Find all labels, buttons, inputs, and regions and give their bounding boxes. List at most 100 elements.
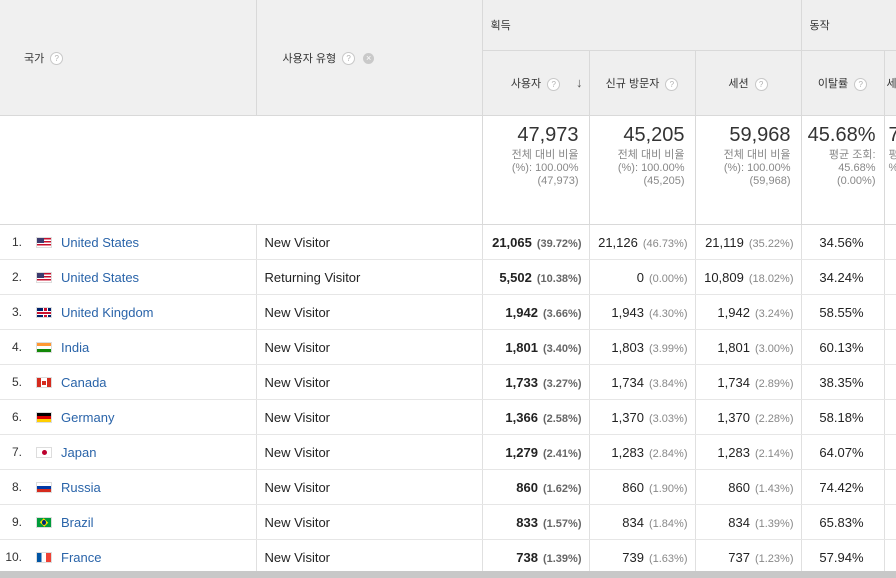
- column-header-new-users[interactable]: 신규 방문자?: [589, 50, 696, 116]
- flag-icon: [36, 307, 52, 319]
- user-type-cell: New Visitor: [256, 434, 483, 470]
- help-icon[interactable]: ?: [342, 52, 356, 66]
- help-icon[interactable]: ?: [754, 77, 768, 91]
- country-link[interactable]: Germany: [61, 410, 114, 425]
- country-link[interactable]: Japan: [61, 445, 96, 460]
- flag-icon: [36, 517, 52, 529]
- country-cell: 6. Germany: [0, 399, 257, 435]
- user-type-cell: New Visitor: [256, 504, 483, 540]
- country-cell: 2. United States: [0, 259, 257, 295]
- user-type-cell: New Visitor: [256, 294, 483, 330]
- country-link[interactable]: Canada: [61, 375, 107, 390]
- sessions-percent: (3.24%): [754, 307, 794, 320]
- row-index: 1.: [11, 234, 22, 249]
- table-row[interactable]: 5. Canada New Visitor 1,733 (3.27%) 1,734 (3.8…: [0, 364, 896, 400]
- country-link[interactable]: United States: [61, 270, 139, 285]
- users-cell: 1,942 (3.66%): [482, 294, 590, 330]
- country-link[interactable]: India: [61, 340, 89, 355]
- row-index: 8.: [11, 479, 22, 494]
- sessions-percent: (2.14%): [754, 447, 794, 460]
- new-users-cell: 860 (1.90%): [589, 469, 696, 505]
- column-header-partial[interactable]: 세: [884, 50, 896, 116]
- flag-icon: [36, 342, 52, 354]
- row-index: 7.: [11, 444, 22, 459]
- sessions-cell: 737 (1.23%): [695, 539, 802, 575]
- bounce-rate-cell: 57.94%: [801, 539, 885, 575]
- table-row[interactable]: 7. Japan New Visitor 1,279 (2.41%) 1,283 (2.84…: [0, 434, 896, 470]
- sessions-cell: 1,942 (3.24%): [695, 294, 802, 330]
- sort-desc-icon[interactable]: ↓: [576, 75, 583, 90]
- sessions-cell: 1,734 (2.89%): [695, 364, 802, 400]
- new-users-cell: 1,943 (4.30%): [589, 294, 696, 330]
- row-index: 4.: [11, 339, 22, 354]
- sessions-cell: 1,801 (3.00%): [695, 329, 802, 365]
- flag-icon: [36, 482, 52, 494]
- user-type-cell: Returning Visitor: [256, 259, 483, 295]
- table-row[interactable]: 3. United Kingdom New Visitor 1,942 (3.66%) 1…: [0, 294, 896, 330]
- column-header-bounce-rate[interactable]: 이탈률?: [801, 50, 885, 116]
- dimension-header-country[interactable]: 국가?: [0, 0, 257, 116]
- sessions-percent: (1.39%): [754, 517, 794, 530]
- column-header-sessions[interactable]: 세션?: [695, 50, 802, 116]
- table-row[interactable]: 4. India New Visitor 1,801 (3.40%) 1,803 (3.99…: [0, 329, 896, 365]
- bounce-rate-cell: 34.24%: [801, 259, 885, 295]
- country-cell: 7. Japan: [0, 434, 257, 470]
- users-cell: 1,733 (3.27%): [482, 364, 590, 400]
- row-index: 2.: [11, 269, 22, 284]
- users-percent: (2.41%): [542, 447, 582, 460]
- column-header-users[interactable]: 사용자? ↓: [482, 50, 590, 116]
- user-type-cell: New Visitor: [256, 469, 483, 505]
- bounce-rate-cell: 60.13%: [801, 329, 885, 365]
- country-cell: 1. United States: [0, 224, 257, 260]
- bounce-rate-cell: 74.42%: [801, 469, 885, 505]
- new-users-cell: 739 (1.63%): [589, 539, 696, 575]
- sessions-percent: (1.43%): [754, 482, 794, 495]
- bounce-rate-cell: 34.56%: [801, 224, 885, 260]
- users-percent: (1.62%): [542, 482, 582, 495]
- table-row[interactable]: 9. Brazil New Visitor 833 (1.57%) 834 (1.84%) 8…: [0, 504, 896, 540]
- table-row[interactable]: 8. Russia New Visitor 860 (1.62%) 860 (1.90%) 8…: [0, 469, 896, 505]
- country-cell: 9. Brazil: [0, 504, 257, 540]
- new-users-cell: 0 (0.00%): [589, 259, 696, 295]
- help-icon[interactable]: ?: [854, 77, 868, 91]
- summary-users: 47,973 전체 대비 비율 (%): 100.00% (47,973): [482, 115, 590, 225]
- help-icon[interactable]: ?: [50, 52, 64, 66]
- table-row[interactable]: 1. United States New Visitor 21,065 (39.72%)…: [0, 224, 896, 260]
- help-icon[interactable]: ?: [547, 77, 561, 91]
- country-cell: 5. Canada: [0, 364, 257, 400]
- user-type-cell: New Visitor: [256, 539, 483, 575]
- summary-sessions: 59,968 전체 대비 비율 (%): 100.00% (59,968): [695, 115, 802, 225]
- remove-dimension-icon[interactable]: ×: [363, 53, 375, 65]
- help-icon[interactable]: ?: [665, 77, 679, 91]
- flag-icon: [36, 447, 52, 459]
- row-index: 6.: [11, 409, 22, 424]
- new-users-cell: 834 (1.84%): [589, 504, 696, 540]
- country-link[interactable]: France: [61, 550, 101, 565]
- new-users-cell: 21,126 (46.73%): [589, 224, 696, 260]
- sessions-percent: (2.89%): [754, 377, 794, 390]
- summary-new-users: 45,205 전체 대비 비율 (%): 100.00% (45,205): [589, 115, 696, 225]
- users-cell: 833 (1.57%): [482, 504, 590, 540]
- table-row[interactable]: 2. United States Returning Visitor 5,502 (10…: [0, 259, 896, 295]
- sessions-percent: (1.23%): [754, 552, 794, 565]
- country-link[interactable]: United States: [61, 235, 139, 250]
- country-link[interactable]: United Kingdom: [61, 305, 154, 320]
- flag-icon: [36, 552, 52, 564]
- country-cell: 8. Russia: [0, 469, 257, 505]
- row-index: 10.: [5, 549, 22, 564]
- dimension-header-user-type[interactable]: 사용자 유형? ×: [256, 0, 483, 116]
- new-users-cell: 1,370 (3.03%): [589, 399, 696, 435]
- bounce-rate-cell: 58.18%: [801, 399, 885, 435]
- sessions-cell: 10,809 (18.02%): [695, 259, 802, 295]
- country-link[interactable]: Brazil: [61, 515, 94, 530]
- group-header-acquisition: 획득: [482, 0, 802, 51]
- horizontal-scrollbar[interactable]: [0, 571, 896, 578]
- users-cell: 738 (1.39%): [482, 539, 590, 575]
- sessions-percent: (2.28%): [754, 412, 794, 425]
- country-link[interactable]: Russia: [61, 480, 101, 495]
- users-percent: (3.27%): [542, 377, 582, 390]
- table-row[interactable]: 10. France New Visitor 738 (1.39%) 739 (1.63%)…: [0, 539, 896, 575]
- new-users-percent: (2.84%): [648, 447, 688, 460]
- user-type-cell: New Visitor: [256, 399, 483, 435]
- table-row[interactable]: 6. Germany New Visitor 1,366 (2.58%) 1,370 (3.…: [0, 399, 896, 435]
